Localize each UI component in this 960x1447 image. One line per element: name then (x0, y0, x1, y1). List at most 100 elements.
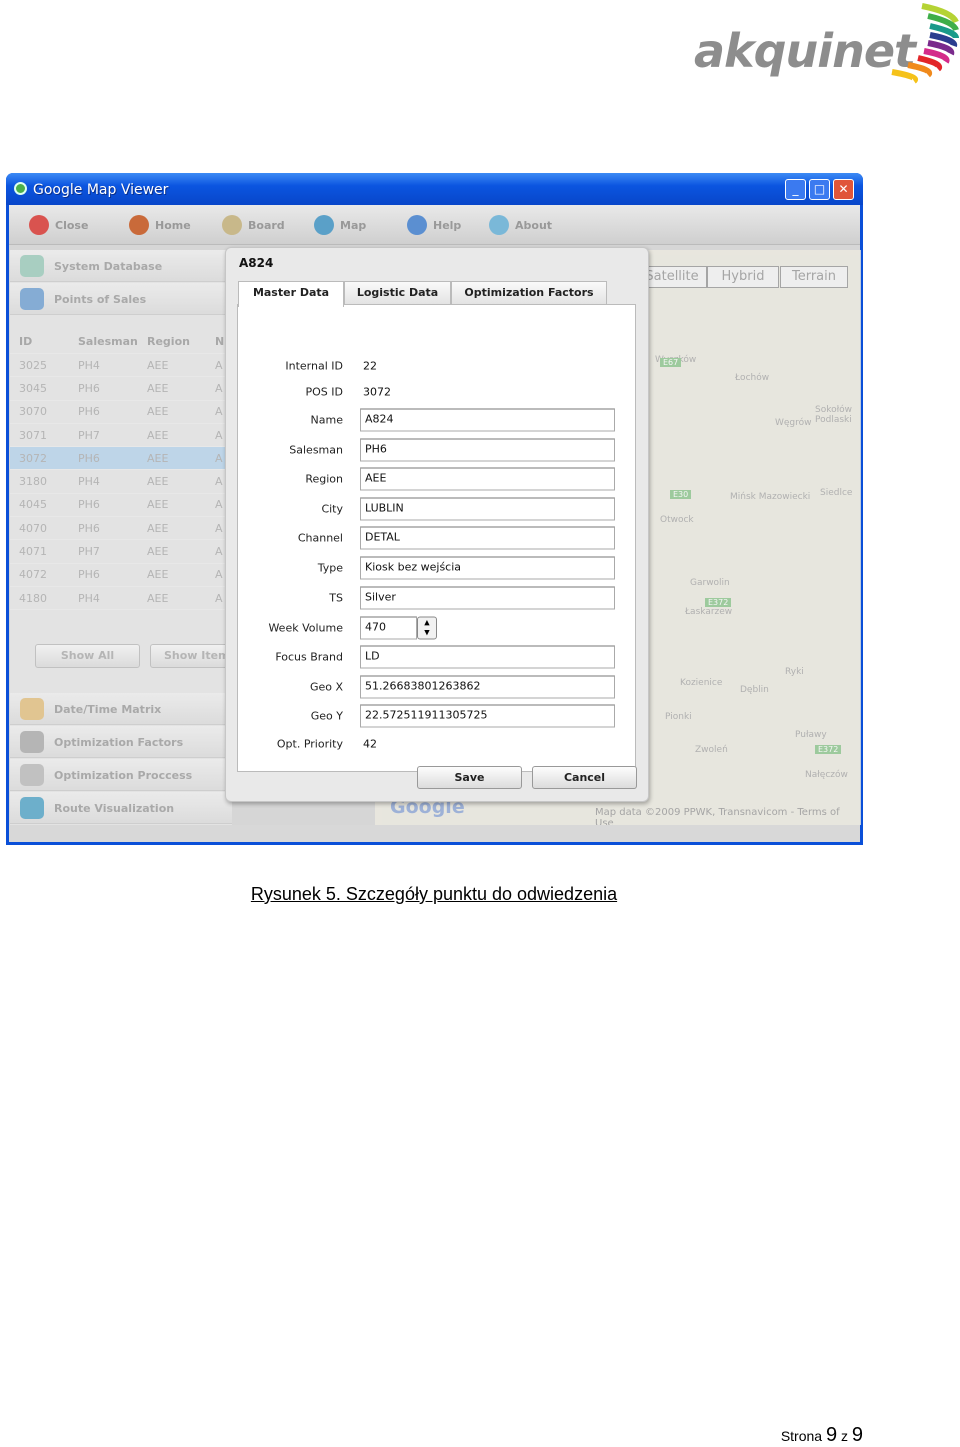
sidebar-item-label: Date/Time Matrix (54, 703, 162, 716)
focus-brand-field[interactable]: LD (360, 645, 615, 669)
opt-priority-value: 42 (363, 737, 377, 751)
internal-id-value: 22 (363, 359, 377, 373)
table-cell: PH4 (78, 475, 100, 489)
opt-priority-label: Opt. Priority (276, 737, 343, 751)
sidebar-item-label: Points of Sales (54, 293, 147, 306)
channel-field[interactable]: DETAL (360, 526, 615, 550)
table-cell: PH6 (78, 498, 100, 512)
table-cell: 4180 (19, 591, 47, 605)
cancel-button[interactable]: Cancel (532, 766, 637, 789)
map-town-label: Mińsk Mazowiecki (730, 492, 811, 502)
toolbar-label: Map (340, 218, 367, 232)
logo-swoosh-icon (891, 3, 959, 84)
table-cell: AEE (147, 521, 169, 535)
column-header[interactable]: Salesman (78, 335, 147, 348)
table-row[interactable]: 4072 PH6 AEE A (10, 564, 232, 587)
ts-label: TS (329, 591, 343, 605)
table-cell: PH4 (78, 591, 100, 605)
table-cell: PH6 (78, 521, 100, 535)
database-icon (20, 255, 44, 277)
toolbar-close-button[interactable]: Close (29, 215, 88, 235)
geo-x-field[interactable]: 51.26683801263862 (360, 675, 615, 699)
stepper-down-icon[interactable]: ▼ (418, 628, 436, 638)
table-row[interactable]: 3180 PH4 AEE A (10, 470, 232, 494)
table-cell: AEE (147, 591, 169, 605)
table-cell: PH7 (78, 545, 100, 559)
ts-field[interactable]: Silver (360, 586, 615, 610)
map-type-terrain-button[interactable]: Terrain (780, 266, 848, 288)
show-all-button[interactable]: Show All (35, 644, 140, 668)
table-row[interactable]: 4070 PH6 AEE A (10, 517, 232, 541)
name-field[interactable]: A824 (360, 408, 615, 432)
table-row[interactable]: 3070 PH6 AEE A (10, 401, 232, 424)
map-attribution[interactable]: Map data ©2009 PPWK, Transnavicom - Term… (595, 807, 861, 825)
week-volume-field[interactable]: 470 (360, 616, 417, 640)
map-town-label: Nałęczów (805, 770, 848, 780)
table-row[interactable]: 4045 PH6 AEE A (10, 494, 232, 518)
region-field[interactable]: AEE (360, 467, 615, 491)
map-town-label: Puławy (795, 730, 827, 740)
sidebar-item-date-time-matrix[interactable]: Date/Time Matrix (10, 693, 232, 725)
city-field[interactable]: LUBLIN (360, 497, 615, 521)
table-row[interactable]: 3072 PH6 AEE A (10, 447, 232, 471)
table-row[interactable]: 3045 PH6 AEE A (10, 377, 232, 401)
toolbar-about-button[interactable]: About (489, 215, 552, 235)
geo-y-field[interactable]: 22.572511911305725 (360, 704, 615, 728)
save-button[interactable]: Save (417, 766, 522, 789)
help-icon (407, 215, 427, 235)
sidebar-item-optimization-proccess[interactable]: Optimization Proccess (10, 759, 232, 791)
table-row[interactable]: 3071 PH7 AEE A (10, 424, 232, 448)
table-cell: PH6 (78, 568, 100, 582)
table-cell: 3180 (19, 475, 47, 489)
map-town-label: Kozienice (680, 678, 723, 688)
figure-caption: Rysunek 5. Szczegóły punktu do odwiedzen… (250, 884, 618, 904)
sidebar-item-optimization-factors[interactable]: Optimization Factors (10, 726, 232, 758)
map-type-hybrid-button[interactable]: Hybrid (707, 266, 779, 288)
road-shield: E372 (705, 598, 732, 607)
map-town-label: Otwock (660, 515, 694, 525)
map-town-label: Węgrów (775, 418, 812, 428)
users-icon (20, 288, 44, 310)
toolbar-board-button[interactable]: Board (222, 215, 285, 235)
toolbar-home-button[interactable]: Home (129, 215, 191, 235)
table-cell: AEE (147, 428, 169, 442)
sidebar-item-route-visualization[interactable]: Route Visualization (10, 792, 232, 824)
week-volume-stepper[interactable]: ▲ ▼ (417, 616, 437, 640)
map-town-label: Łaskarzew (685, 607, 733, 617)
tab-optimization-factors[interactable]: Optimization Factors (451, 281, 607, 305)
toolbar-help-button[interactable]: Help (407, 215, 461, 235)
table-cell: PH6 (78, 381, 100, 395)
tab-logistic-data[interactable]: Logistic Data (344, 281, 451, 305)
channel-label: Channel (297, 531, 343, 545)
table-cell: AEE (147, 568, 169, 582)
salesman-field[interactable]: PH6 (360, 438, 615, 462)
sidebar: System Database Points of Sales ID Salesman… (10, 250, 250, 825)
map-town-label: Siedlce (820, 488, 853, 498)
type-field[interactable]: Kiosk bez wejścia (360, 556, 615, 580)
road-shield: E30 (670, 490, 692, 499)
window-close-button[interactable]: ✕ (833, 179, 854, 200)
table-cell: PH6 (78, 405, 100, 419)
table-cell: PH6 (78, 451, 100, 465)
city-label: City (321, 502, 343, 516)
stepper-up-icon[interactable]: ▲ (418, 618, 436, 628)
table-row[interactable]: 3025 PH4 AEE A (10, 354, 232, 378)
type-label: Type (317, 561, 343, 575)
pencil-icon (20, 698, 44, 720)
maximize-button[interactable]: □ (809, 179, 830, 200)
table-cell: 3071 (19, 428, 47, 442)
column-header[interactable]: Region (147, 335, 215, 348)
page-separator: z (840, 1428, 848, 1444)
map-town-label: Sokołów Podlaski (815, 405, 853, 425)
road-shield: E67 (660, 358, 682, 367)
table-cell: 4070 (19, 521, 47, 535)
table-row[interactable]: 4180 PH4 AEE A (10, 587, 232, 611)
minimize-button[interactable]: _ (785, 179, 806, 200)
sidebar-item-points-of-sales[interactable]: Points of Sales (10, 283, 232, 315)
column-header[interactable]: ID (10, 335, 78, 348)
sidebar-item-system-database[interactable]: System Database (10, 250, 232, 282)
tab-master-data[interactable]: Master Data (238, 281, 344, 307)
table-row[interactable]: 4071 PH7 AEE A (10, 540, 232, 564)
toolbar-map-button[interactable]: Map (314, 215, 366, 235)
salesman-label: Salesman (289, 443, 343, 457)
